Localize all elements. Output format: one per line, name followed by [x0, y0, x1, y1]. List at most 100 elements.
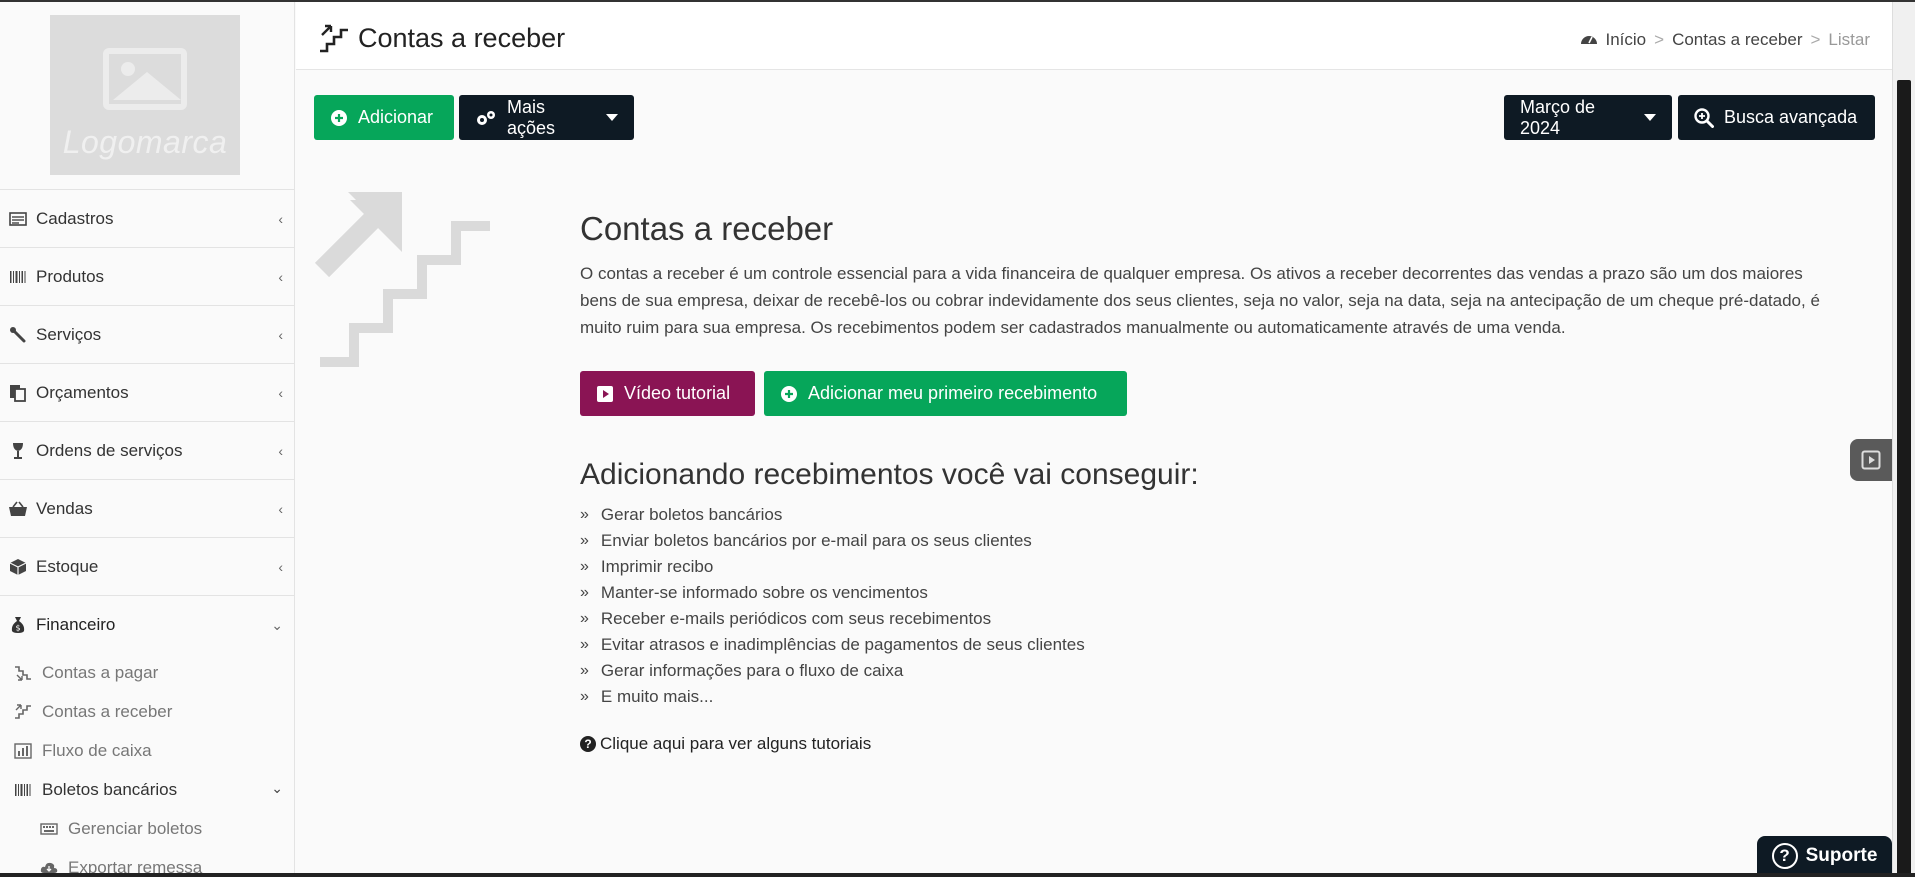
- add-first-receipt-label: Adicionar meu primeiro recebimento: [808, 383, 1098, 403]
- add-first-receipt-button[interactable]: Adicionar meu primeiro recebimento: [764, 371, 1127, 416]
- scrollbar-thumb[interactable]: [1897, 80, 1911, 875]
- double-chevron-icon: »: [580, 636, 589, 653]
- wrench-icon: [8, 325, 28, 345]
- benefits-list: » Gerar boletos bancários » Enviar boletos…: [580, 502, 1085, 710]
- sidebar-item-contas-pagar[interactable]: Contas a pagar: [12, 653, 294, 692]
- sidebar-item-vendas[interactable]: Vendas ‹: [0, 479, 294, 537]
- sidebar-item-servicos[interactable]: Serviços ‹: [0, 305, 294, 363]
- dashboard-icon: [1580, 31, 1598, 50]
- add-button[interactable]: Adicionar: [314, 95, 454, 140]
- caret-down-icon: [606, 114, 618, 121]
- breadcrumb-home[interactable]: Início: [1606, 30, 1647, 50]
- page-title-text: Contas a receber: [358, 22, 566, 53]
- sidebar-item-label: Estoque: [36, 556, 99, 576]
- page-header: Contas a receber Início > Contas a receb…: [296, 2, 1892, 70]
- sidebar-item-gerenciar-boletos[interactable]: Gerenciar boletos: [38, 809, 294, 848]
- box-icon: [8, 557, 28, 577]
- chevron-left-icon: ‹: [278, 443, 283, 459]
- chevron-left-icon: ‹: [278, 269, 283, 285]
- double-chevron-icon: »: [580, 662, 589, 679]
- advanced-search-label: Busca avançada: [1724, 107, 1858, 127]
- section-title: Contas a receber: [580, 210, 834, 247]
- scrollbar[interactable]: [1892, 2, 1915, 877]
- sidebar-item-boletos[interactable]: Boletos bancários ⌄: [12, 770, 294, 809]
- chevron-left-icon: ‹: [278, 501, 283, 517]
- boletos-submenu: Gerenciar boletos Exportar remessa: [12, 809, 294, 877]
- image-placeholder-icon: [103, 47, 187, 110]
- list-item-text: Gerar boletos bancários: [600, 505, 783, 524]
- sidebar-item-contas-receber[interactable]: Contas a receber: [12, 692, 294, 731]
- documents-icon: [8, 383, 28, 403]
- bar-chart-icon: [12, 742, 34, 759]
- bottom-border: [0, 873, 1915, 877]
- sidebar-item-label: Orçamentos: [36, 382, 129, 402]
- double-chevron-icon: »: [580, 584, 589, 601]
- sidebar-item-label: Financeiro: [36, 614, 116, 634]
- plus-circle-icon: [330, 109, 348, 127]
- video-tutorial-button[interactable]: Vídeo tutorial: [580, 371, 755, 416]
- double-chevron-icon: »: [580, 688, 589, 705]
- chevron-left-icon: ‹: [278, 559, 283, 575]
- breadcrumb-current: Listar: [1828, 30, 1870, 49]
- period-dropdown[interactable]: Março de 2024: [1504, 95, 1672, 140]
- sidebar-item-ordens[interactable]: Ordens de serviços ‹: [0, 421, 294, 479]
- sidebar-item-produtos[interactable]: Produtos ‹: [0, 247, 294, 305]
- breadcrumb: Início > Contas a receber > Listar: [1580, 30, 1870, 50]
- sidebar-item-label: Cadastros: [36, 208, 114, 228]
- list-item-text: E muito mais...: [600, 687, 714, 706]
- list-item-text: Enviar boletos bancários por e-mail para…: [600, 531, 1032, 550]
- list-item-text: Evitar atrasos e inadimplências de pagam…: [600, 635, 1085, 654]
- sidebar-item-label: Ordens de serviços: [36, 440, 183, 460]
- list-item: » Receber e-mails periódicos com seus rec…: [580, 606, 1085, 632]
- list-item-text: Receber e-mails periódicos com seus rece…: [600, 609, 992, 628]
- wine-glass-icon: [8, 441, 28, 461]
- stairs-down-icon: [12, 665, 34, 681]
- keyboard-icon: [38, 822, 60, 835]
- list-item: » Gerar boletos bancários: [580, 502, 1085, 528]
- logo[interactable]: Logomarca: [50, 15, 240, 175]
- floating-video-button[interactable]: [1850, 439, 1892, 481]
- sidebar-item-fluxo-caixa[interactable]: Fluxo de caixa: [12, 731, 294, 770]
- sidebar-item-label: Serviços: [36, 324, 102, 344]
- sidebar-item-label: Produtos: [36, 266, 105, 286]
- id-card-icon: [8, 209, 28, 229]
- sidebar-item-financeiro[interactable]: $ Financeiro ⌄: [0, 595, 294, 653]
- chevron-left-icon: ‹: [278, 327, 283, 343]
- play-icon: [596, 385, 614, 403]
- section-description: O contas a receber é um controle essenci…: [580, 264, 1820, 337]
- page-title: Contas a receber: [318, 22, 565, 54]
- gears-icon: [475, 109, 497, 127]
- sidebar-item-estoque[interactable]: Estoque ‹: [0, 537, 294, 595]
- plus-circle-icon: [780, 385, 798, 403]
- list-item: » Evitar atrasos e inadimplências de paga…: [580, 632, 1085, 658]
- more-actions-button[interactable]: Mais ações: [459, 95, 634, 140]
- sidebar-item-cadastros[interactable]: Cadastros ‹: [0, 189, 294, 247]
- sidebar-menu: Cadastros ‹ Produtos ‹ Serviços ‹ Orçame…: [0, 189, 294, 877]
- breadcrumb-separator: >: [1654, 30, 1665, 49]
- add-button-label: Adicionar: [358, 107, 434, 127]
- advanced-search-button[interactable]: Busca avançada: [1678, 95, 1875, 140]
- question-circle-icon: ?: [580, 736, 596, 752]
- chevron-left-icon: ‹: [278, 385, 283, 401]
- support-label: Suporte: [1805, 845, 1878, 866]
- chevron-left-icon: ‹: [278, 211, 283, 227]
- breadcrumb-separator: >: [1810, 30, 1821, 49]
- svg-text:$: $: [15, 623, 20, 632]
- video-tutorial-label: Vídeo tutorial: [624, 383, 731, 403]
- support-button[interactable]: ? Suporte: [1757, 836, 1892, 876]
- sidebar-sub-label: Fluxo de caixa: [42, 740, 152, 760]
- barcode-icon: [12, 783, 34, 797]
- stairs-up-icon: [12, 703, 34, 720]
- breadcrumb-section[interactable]: Contas a receber: [1672, 30, 1802, 50]
- tutorials-link[interactable]: ? Clique aqui para ver alguns tutoriais: [580, 734, 871, 754]
- main-content: Contas a receber O contas a receber é um…: [580, 210, 1870, 341]
- benefits-title: Adicionando recebimentos você vai conseg…: [580, 458, 1199, 491]
- list-item-text: Imprimir recibo: [600, 557, 714, 576]
- caret-down-icon: [1644, 114, 1656, 121]
- sidebar: Logomarca Cadastros ‹ Produtos ‹ Serviço…: [0, 2, 295, 877]
- stairs-up-icon: [314, 192, 490, 367]
- list-item: » Gerar informações para o fluxo de caixa: [580, 658, 1085, 684]
- sidebar-item-orcamentos[interactable]: Orçamentos ‹: [0, 363, 294, 421]
- double-chevron-icon: »: [580, 532, 589, 549]
- question-icon: ?: [1771, 843, 1798, 869]
